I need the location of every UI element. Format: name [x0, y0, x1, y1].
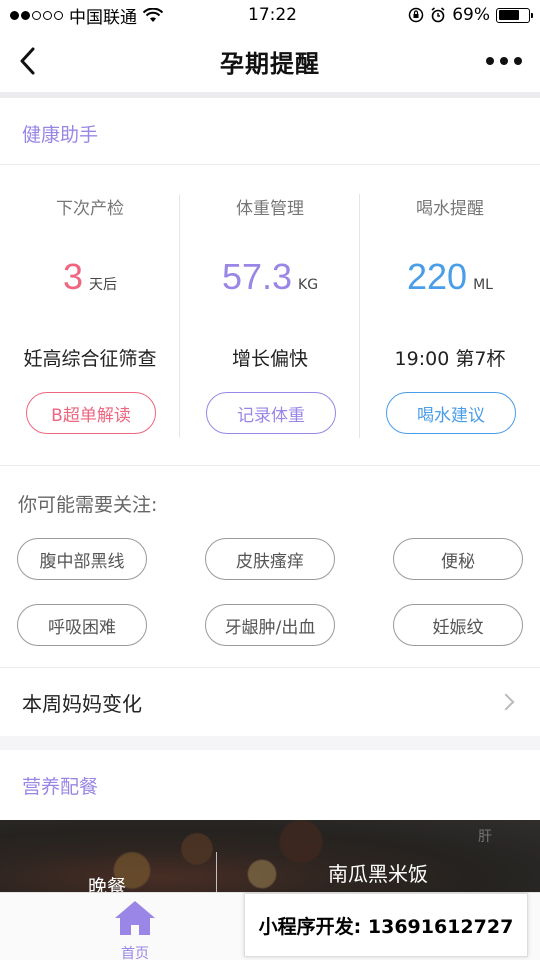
wifi-icon [143, 7, 163, 22]
banner-faint-text: 肝 [478, 829, 492, 845]
week-change-label: 本周妈妈变化 [22, 691, 142, 716]
symptom-tag[interactable]: 皮肤瘙痒 [205, 538, 335, 580]
weight-column: 体重管理 57.3 KG 增长偏快 记录体重 [180, 194, 360, 539]
symptom-tag[interactable]: 腹中部黑线 [17, 538, 147, 580]
weight-desc: 增长偏快 [231, 348, 308, 370]
chevron-left-icon [20, 47, 35, 75]
divider [0, 465, 540, 466]
ultrasound-interpret-button[interactable]: B超单解读 [26, 392, 156, 434]
more-dot-icon [486, 57, 494, 65]
developer-ad-banner: 小程序开发: 13691612727 [244, 893, 528, 957]
back-button[interactable] [12, 44, 42, 78]
water-advice-button[interactable]: 喝水建议 [386, 392, 516, 434]
symptom-tag[interactable]: 便秘 [393, 538, 523, 580]
health-assistant-card: 健康助手 下次产检 3 天后 妊高综合征筛查 B超单解读 体重管理 57.3 K… [0, 98, 540, 736]
signal-strength-icon [10, 10, 63, 20]
nav-bar: 孕期提醒 [0, 30, 540, 92]
status-left: 中国联通 [10, 3, 163, 28]
section-title-health: 健康助手 [22, 124, 99, 146]
water-unit: ML [473, 277, 493, 293]
battery-percent: 69% [452, 5, 490, 25]
nutrition-card: 营养配餐 [0, 750, 540, 820]
water-value-group: 220 ML [360, 256, 540, 298]
meal-banner[interactable]: 肝 晚餐 南瓜黑米饭 [0, 820, 540, 892]
more-dot-icon [500, 57, 508, 65]
checkup-desc: 妊高综合征筛查 [23, 348, 157, 370]
checkup-label: 下次产检 [56, 199, 124, 219]
checkup-column: 下次产检 3 天后 妊高综合征筛查 B超单解读 [0, 194, 180, 539]
page-title: 孕期提醒 [220, 49, 320, 78]
meal-label: 晚餐 [88, 876, 127, 892]
symptom-tag[interactable]: 妊娠纹 [393, 604, 523, 646]
tab-home-label: 首页 [121, 946, 149, 960]
symptom-tag[interactable]: 呼吸困难 [17, 604, 147, 646]
rotation-lock-icon [408, 7, 424, 23]
battery-icon [496, 7, 533, 23]
alarm-icon [431, 7, 445, 23]
water-desc: 19:00 第7杯 [394, 348, 506, 370]
weight-unit: KG [298, 277, 319, 293]
water-label: 喝水提醒 [416, 199, 484, 219]
tab-bar: 首页 小程序开发: 13691612727 [0, 892, 540, 960]
more-menu-button[interactable] [486, 50, 522, 72]
record-weight-button[interactable]: 记录体重 [206, 392, 336, 434]
weight-value-group: 57.3 KG [180, 256, 360, 298]
weight-label: 体重管理 [236, 199, 304, 219]
chevron-right-icon [497, 693, 515, 711]
carrier-name: 中国联通 [69, 7, 137, 28]
week-change-row[interactable]: 本周妈妈变化 [0, 668, 540, 736]
water-value: 220 [407, 256, 468, 297]
symptom-tag[interactable]: 牙龈肿/出血 [205, 604, 335, 646]
attention-title: 你可能需要关注: [18, 494, 158, 516]
clock: 17:22 [248, 5, 297, 25]
checkup-value-group: 3 天后 [0, 256, 180, 298]
section-title-nutrition: 营养配餐 [22, 776, 99, 798]
home-icon [115, 901, 155, 935]
more-dot-icon [514, 57, 522, 65]
divider [0, 164, 540, 165]
banner-overlay [0, 820, 540, 892]
banner-divider [216, 852, 217, 892]
status-right: 69% [408, 5, 533, 25]
checkup-days-unit: 天后 [89, 277, 118, 293]
weight-value: 57.3 [221, 256, 293, 297]
checkup-days-value: 3 [62, 256, 84, 297]
status-bar: 中国联通 17:22 69% [0, 0, 540, 30]
dish-name: 南瓜黑米饭 [328, 862, 428, 886]
water-column: 喝水提醒 220 ML 19:00 第7杯 喝水建议 [360, 194, 540, 539]
tab-home[interactable]: 首页 [100, 899, 170, 960]
